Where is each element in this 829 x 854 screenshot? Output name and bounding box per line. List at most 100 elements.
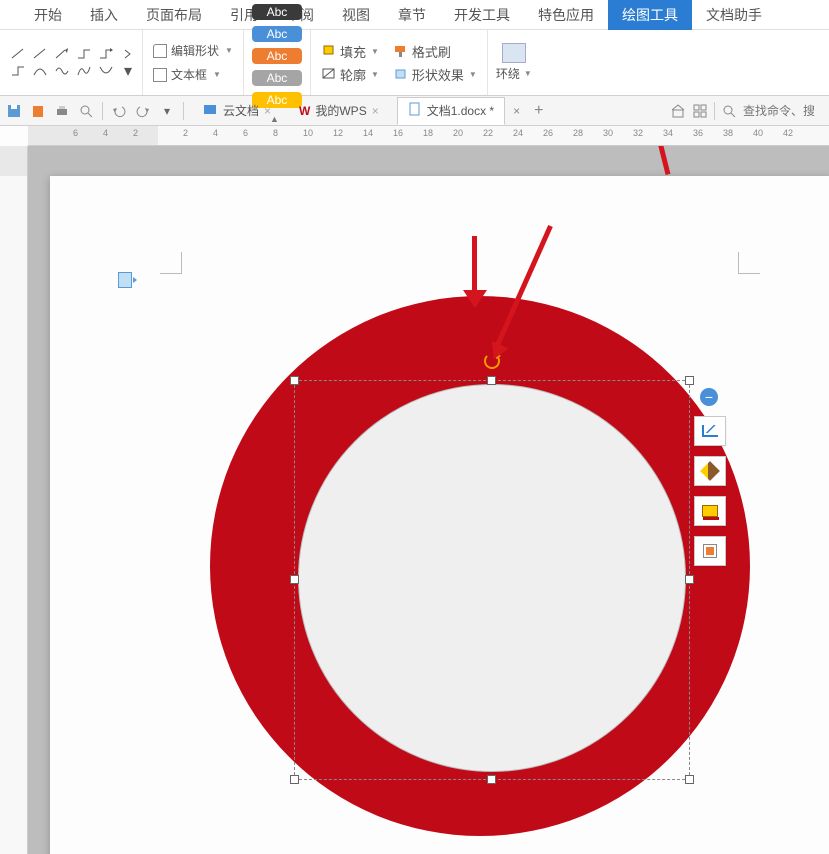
- ruler-v-margin: [0, 146, 27, 176]
- wrap-button[interactable]: 环绕 ▼: [488, 30, 540, 95]
- doc-icon: [408, 102, 422, 119]
- effects-icon: [393, 67, 409, 81]
- shape-lines-group: ▾: [4, 30, 143, 95]
- style-swatch-gray[interactable]: Abc: [252, 70, 302, 86]
- document-page[interactable]: GX7网 system.com −: [50, 176, 829, 854]
- ruler-tick: 2: [133, 128, 138, 138]
- search-icon[interactable]: [721, 103, 737, 119]
- outline-button[interactable]: 轮廓 ▼: [321, 65, 379, 84]
- redo-icon[interactable]: [135, 103, 151, 119]
- caret-icon: ▼: [213, 70, 221, 79]
- menu-start[interactable]: 开始: [20, 0, 76, 30]
- style-swatch-blue[interactable]: Abc: [252, 26, 302, 42]
- elbow-icon[interactable]: [76, 47, 92, 61]
- edit-shape-label: 编辑形状: [171, 42, 219, 59]
- collapse-badge[interactable]: −: [700, 388, 718, 406]
- annotation-arrow-3: [636, 146, 670, 175]
- line-diag-icon[interactable]: [10, 47, 26, 61]
- tab-active-doc[interactable]: 文档1.docx *: [397, 97, 505, 125]
- handle-sw[interactable]: [290, 775, 299, 784]
- style-swatch-black[interactable]: Abc: [252, 4, 302, 20]
- menu-page-layout[interactable]: 页面布局: [132, 0, 216, 30]
- menu-bar: 开始 插入 页面布局 引用 审阅 视图 章节 开发工具 特色应用 绘图工具 文档…: [0, 0, 829, 30]
- arrow-line-icon[interactable]: [54, 47, 70, 61]
- cloud-docs-label: 云文档: [223, 102, 259, 119]
- new-tab-button[interactable]: +: [528, 102, 549, 120]
- menu-special-apps[interactable]: 特色应用: [524, 0, 608, 30]
- home-icon[interactable]: [670, 103, 686, 119]
- fill-button[interactable]: 填充 ▼: [321, 42, 379, 61]
- menu-developer[interactable]: 开发工具: [440, 0, 524, 30]
- ruler-vertical[interactable]: [0, 146, 28, 854]
- ruler-tick: 20: [453, 128, 463, 138]
- paste-icon[interactable]: [30, 103, 46, 119]
- ruler-tick: 12: [333, 128, 343, 138]
- menu-sections[interactable]: 章节: [384, 0, 440, 30]
- search-input[interactable]: [743, 104, 823, 118]
- close-icon[interactable]: ×: [372, 104, 379, 118]
- edit-shape-icon: [153, 44, 167, 58]
- handle-se[interactable]: [685, 775, 694, 784]
- curve2-icon[interactable]: [54, 64, 70, 78]
- dropdown-icon[interactable]: ▾: [159, 103, 175, 119]
- float-chart-button[interactable]: [694, 416, 726, 446]
- ruler-tick: 8: [273, 128, 278, 138]
- fill-group: 填充 ▼ 格式刷 轮廓 ▼ 形状效果 ▼: [311, 30, 488, 95]
- brush2-icon: [703, 544, 717, 558]
- format-painter-button[interactable]: 格式刷: [393, 42, 451, 61]
- menu-drawing-tools[interactable]: 绘图工具: [608, 0, 692, 30]
- handle-ne[interactable]: [685, 376, 694, 385]
- freeform2-icon[interactable]: [98, 64, 114, 78]
- caret-icon: ▼: [524, 69, 532, 78]
- outline-label: 轮廓: [340, 65, 366, 84]
- float-pen-button[interactable]: [694, 456, 726, 486]
- ruler-horizontal[interactable]: 6 4 2 2 4 6 8 10 12 14 16 18 20 22 24 26…: [28, 126, 829, 146]
- chart-icon: [702, 425, 718, 437]
- floating-toolbar: [694, 416, 730, 566]
- ruler-tick: 2: [183, 128, 188, 138]
- save-icon[interactable]: [6, 103, 22, 119]
- tab-my-wps[interactable]: W 我的WPS ×: [289, 97, 389, 125]
- more-lines-icon[interactable]: [120, 47, 136, 61]
- preview-icon[interactable]: [78, 103, 94, 119]
- close-icon[interactable]: ×: [264, 104, 271, 118]
- ruler-tick: 24: [513, 128, 523, 138]
- shape-effects-button[interactable]: 形状效果 ▼: [393, 65, 477, 84]
- menu-doc-assistant[interactable]: 文档助手: [692, 0, 776, 30]
- caret-icon: ▼: [225, 46, 233, 55]
- brush-icon: [393, 44, 409, 58]
- tab-cloud-docs[interactable]: 云文档 ×: [192, 97, 281, 125]
- curve-icon[interactable]: [32, 64, 48, 78]
- search-area: [670, 102, 823, 120]
- freeform-icon[interactable]: [76, 64, 92, 78]
- active-close-icon[interactable]: ×: [513, 104, 520, 118]
- outline-icon: [321, 67, 337, 81]
- shape-inner-circle[interactable]: [298, 384, 686, 772]
- canvas-area[interactable]: GX7网 system.com −: [28, 146, 829, 854]
- my-wps-label: 我的WPS: [315, 102, 366, 119]
- menu-view[interactable]: 视图: [328, 0, 384, 30]
- ruler-tick: 6: [243, 128, 248, 138]
- undo-icon[interactable]: [111, 103, 127, 119]
- caret-icon: ▼: [371, 47, 379, 56]
- float-brush-button[interactable]: [694, 536, 726, 566]
- textbox-button[interactable]: 文本框 ▼: [149, 64, 237, 85]
- style-swatch-orange[interactable]: Abc: [252, 48, 302, 64]
- print-icon[interactable]: [54, 103, 70, 119]
- line-diag2-icon[interactable]: [32, 47, 48, 61]
- connector1-icon[interactable]: [10, 64, 26, 78]
- wps-icon: W: [299, 104, 310, 118]
- style-gallery: Abc Abc Abc Abc Abc Abc ▲ ▼ ▾: [244, 30, 311, 95]
- ruler-tick: 28: [573, 128, 583, 138]
- shapes-expand-icon[interactable]: ▾: [120, 64, 136, 78]
- anchor-icon[interactable]: [118, 272, 132, 288]
- grid-icon[interactable]: [692, 103, 708, 119]
- elbow-arrow-icon[interactable]: [98, 47, 114, 61]
- edit-shape-button[interactable]: 编辑形状 ▼: [149, 40, 237, 61]
- ruler-tick: 32: [633, 128, 643, 138]
- caret-icon: ▼: [371, 70, 379, 79]
- edit-group: 编辑形状 ▼ 文本框 ▼: [143, 30, 244, 95]
- menu-insert[interactable]: 插入: [76, 0, 132, 30]
- ruler-tick: 4: [213, 128, 218, 138]
- float-bucket-button[interactable]: [694, 496, 726, 526]
